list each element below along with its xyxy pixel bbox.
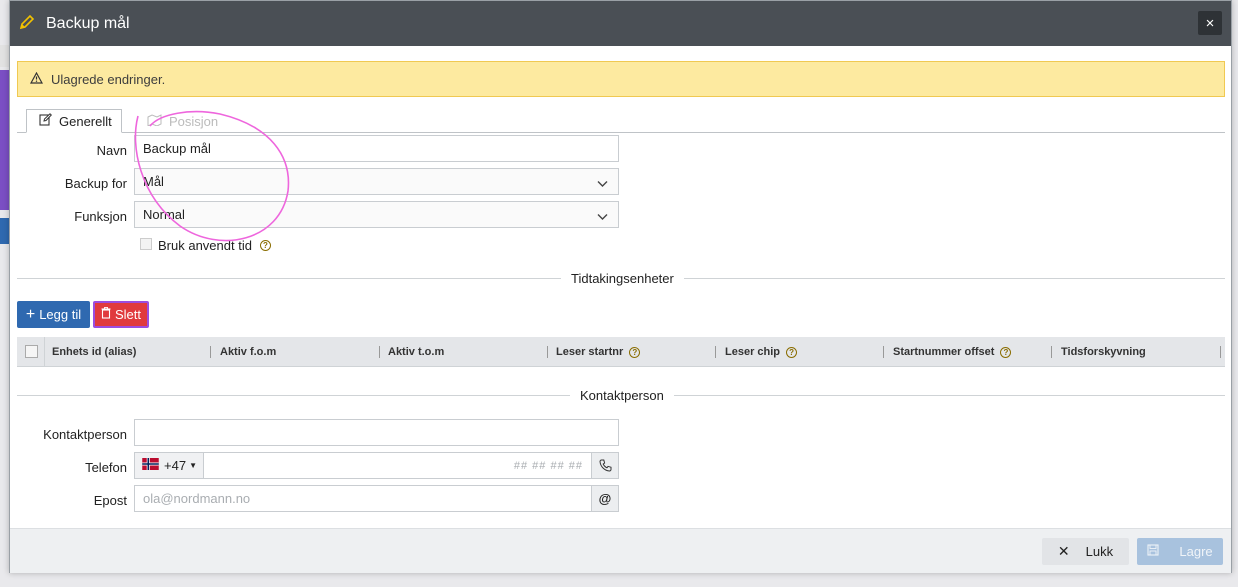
col-aktiv-fom[interactable]: Aktiv f.o.m (220, 337, 276, 367)
col-startnummer-offset-label: Startnummer offset (893, 346, 995, 358)
trash-icon (101, 307, 111, 322)
delete-button-label: Slett (114, 307, 141, 322)
unsaved-alert: Ulagrede endringer. (17, 61, 1225, 97)
dialog-title: Backup mål (46, 14, 130, 32)
at-icon: @ (591, 485, 619, 512)
column-resize-handle[interactable] (1051, 346, 1052, 358)
tab-bar: Generellt Posisjon (17, 109, 1225, 133)
close-icon: ✕ (1057, 543, 1070, 559)
backup-for-select[interactable]: Mål (134, 168, 619, 195)
col-startnummer-offset[interactable]: Startnummer offset ? (893, 337, 1012, 367)
use-time-checkbox[interactable] (140, 238, 152, 250)
plus-icon: + (25, 305, 36, 323)
col-aktiv-tom[interactable]: Aktiv t.o.m (388, 337, 444, 367)
tab-posisjon-label: Posisjon (169, 113, 219, 129)
country-code-value: +47 (164, 458, 187, 473)
column-resize-handle[interactable] (547, 346, 548, 358)
name-label: Navn (96, 143, 127, 158)
phone-label: Telefon (85, 460, 127, 475)
column-resize-handle[interactable] (715, 346, 716, 358)
help-icon[interactable]: ? (260, 240, 271, 251)
chevron-down-icon (597, 209, 608, 224)
caret-down-icon: ▼ (189, 461, 197, 470)
warning-icon (29, 71, 44, 87)
lagre-button-label: Lagre (1179, 544, 1213, 559)
country-code-select[interactable]: +47 ▼ (134, 452, 204, 479)
help-icon[interactable]: ? (786, 346, 798, 358)
timing-section-title: Tidtakingsenheter (561, 271, 684, 286)
tab-posisjon[interactable]: Posisjon (135, 109, 230, 133)
dialog-titlebar: Backup mål × (10, 1, 1231, 46)
close-button[interactable]: × (1198, 11, 1222, 35)
phone-placeholder: ## ## ## ## (513, 459, 583, 472)
name-value: Backup mål (143, 141, 211, 156)
contact-person-field[interactable] (134, 419, 619, 446)
funksjon-label: Funksjon (74, 209, 127, 224)
tab-generellt[interactable]: Generellt (26, 109, 122, 133)
lukk-button-label: Lukk (1085, 544, 1114, 559)
map-icon (147, 113, 162, 129)
column-resize-handle[interactable] (1220, 346, 1221, 358)
col-enhets-id[interactable]: Enhets id (alias) (52, 337, 136, 367)
timing-grid-header: Enhets id (alias) Aktiv f.o.m Aktiv t.o.… (17, 337, 1225, 367)
email-label: Epost (93, 493, 127, 508)
chevron-down-icon (597, 176, 608, 191)
col-leser-startnr[interactable]: Leser startnr ? (556, 337, 641, 367)
name-field[interactable]: Backup mål (134, 135, 619, 162)
tab-generellt-label: Generellt (59, 113, 112, 129)
email-field[interactable]: ola@nordmann.no (134, 485, 592, 512)
column-divider (44, 337, 45, 367)
lagre-button[interactable]: Lagre (1137, 538, 1223, 565)
email-placeholder: ola@nordmann.no (143, 491, 251, 506)
help-icon[interactable]: ? (629, 346, 641, 358)
contact-person-label: Kontaktperson (43, 427, 127, 442)
add-button-label: Legg til (39, 307, 82, 322)
column-resize-handle[interactable] (210, 346, 211, 358)
funksjon-value: Normal (143, 207, 185, 222)
column-resize-handle[interactable] (379, 346, 380, 358)
edit-icon (39, 113, 53, 129)
help-icon[interactable]: ? (1000, 346, 1012, 358)
phone-field[interactable]: ## ## ## ## (203, 452, 592, 479)
delete-button[interactable]: Slett (93, 301, 149, 328)
pencil-icon (18, 13, 36, 34)
backup-for-value: Mål (143, 174, 164, 189)
col-leser-chip-label: Leser chip (725, 346, 781, 358)
backup-for-label: Backup for (64, 176, 127, 191)
contact-section-title: Kontaktperson (570, 388, 674, 403)
col-tidsforskyvning[interactable]: Tidsforskyvning (1061, 337, 1146, 367)
phone-icon (591, 452, 619, 479)
lukk-button[interactable]: ✕ Lukk (1042, 538, 1129, 565)
alert-text: Ulagrede endringer. (51, 71, 166, 87)
backup-dialog: Backup mål × Ulagrede endringer. Generel… (9, 0, 1232, 573)
norway-flag-icon (142, 458, 159, 473)
col-leser-startnr-label: Leser startnr (556, 346, 624, 358)
save-icon (1147, 544, 1159, 559)
use-time-label: Bruk anvendt tid (158, 238, 252, 253)
col-leser-chip[interactable]: Leser chip ? (725, 337, 798, 367)
funksjon-select[interactable]: Normal (134, 201, 619, 228)
select-all-checkbox[interactable] (25, 345, 38, 358)
add-button[interactable]: + Legg til (17, 301, 90, 328)
dialog-footer: ✕ Lukk Lagre (10, 528, 1231, 573)
column-resize-handle[interactable] (883, 346, 884, 358)
